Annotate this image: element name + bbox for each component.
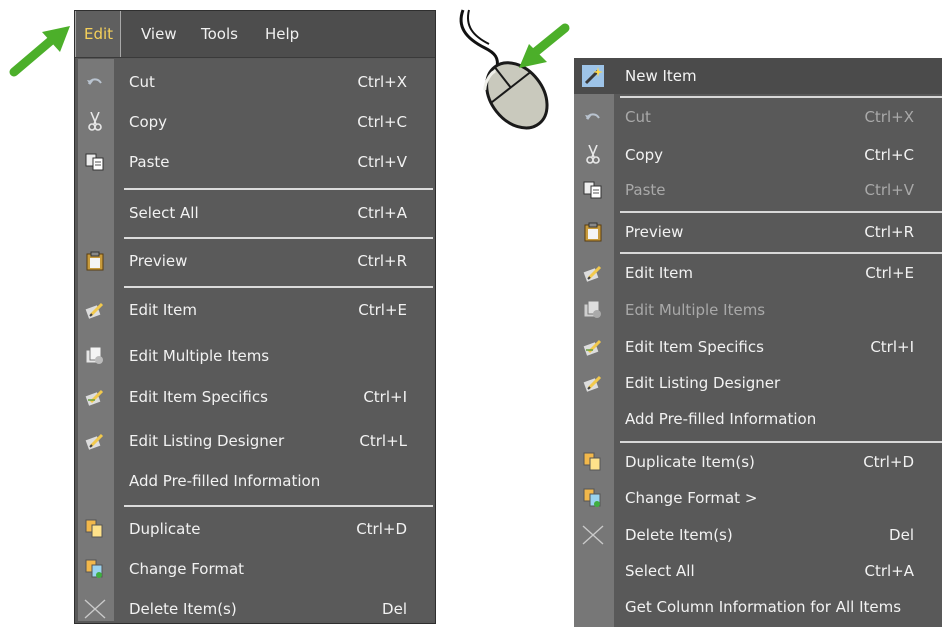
separator <box>620 211 942 213</box>
edit-pencil-icon <box>582 373 604 393</box>
scissors-icon <box>582 145 604 165</box>
menu-item-select-all[interactable]: Select All Ctrl+A <box>78 193 433 233</box>
pointer-arrow-icon <box>9 26 70 77</box>
menu-item-copy[interactable]: Copy Ctrl+C <box>574 137 942 173</box>
delete-x-icon <box>84 599 106 619</box>
edit-specifics-icon <box>84 387 106 407</box>
separator <box>620 252 942 254</box>
menu-item-new-item[interactable]: New Item <box>574 58 942 94</box>
menu-item-paste[interactable]: Paste Ctrl+V <box>574 172 942 208</box>
separator <box>124 505 433 507</box>
separator <box>124 188 433 190</box>
menu-item-paste[interactable]: Paste Ctrl+V <box>78 142 433 182</box>
menu-item-edit-item-specifics[interactable]: Edit Item Specifics Ctrl+I <box>574 329 942 365</box>
menu-item-copy[interactable]: Copy Ctrl+C <box>78 102 433 142</box>
menu-item-cut[interactable]: Cut Ctrl+X <box>78 62 433 102</box>
menu-item-add-pre-filled-information[interactable]: Add Pre-filled Information <box>78 461 433 501</box>
copy-pages-icon <box>84 152 106 172</box>
duplicate-icon <box>582 452 604 472</box>
separator <box>124 286 433 288</box>
menu-item-edit-item[interactable]: Edit Item Ctrl+E <box>574 255 942 291</box>
menu-item-preview[interactable]: Preview Ctrl+R <box>78 241 433 281</box>
separator <box>620 96 942 98</box>
delete-x-icon <box>582 525 604 545</box>
change-format-icon <box>582 488 604 508</box>
edit-specifics-icon <box>582 337 604 357</box>
menubar: Edit View Tools Help <box>75 11 435 58</box>
menu-item-select-all[interactable]: Select All Ctrl+A <box>574 553 942 589</box>
menu-item-duplicate[interactable]: Duplicate Ctrl+D <box>78 509 433 549</box>
right-context-menu: New Item Cut Ctrl+X Copy Ctrl+C Paste Ct… <box>574 58 942 627</box>
duplicate-icon <box>84 519 106 539</box>
menu-item-edit-listing-designer[interactable]: Edit Listing Designer Ctrl+L <box>78 421 433 461</box>
menu-item-edit-listing-designer[interactable]: Edit Listing Designer <box>574 365 942 401</box>
pointer-arrow-icon <box>519 23 570 68</box>
menu-edit[interactable]: Edit <box>75 11 121 57</box>
menu-item-preview[interactable]: Preview Ctrl+R <box>574 214 942 250</box>
menu-item-duplicate-items[interactable]: Duplicate Item(s) Ctrl+D <box>574 444 942 480</box>
edit-multiple-icon <box>84 346 106 366</box>
undo-icon <box>84 72 106 92</box>
left-edit-menu-window: Edit View Tools Help Cut Ctrl+X Copy Ctr… <box>74 10 436 624</box>
clipboard-icon <box>582 222 604 242</box>
magic-wand-icon <box>582 65 604 87</box>
menu-item-get-column-information[interactable]: Get Column Information for All Items <box>574 589 942 625</box>
menu-item-add-pre-filled-information[interactable]: Add Pre-filled Information <box>574 401 942 437</box>
menu-help[interactable]: Help <box>265 11 299 57</box>
clipboard-icon <box>84 251 106 271</box>
edit-dropdown: Cut Ctrl+X Copy Ctrl+C Paste Ctrl+V Sele… <box>78 59 433 621</box>
separator <box>620 441 942 443</box>
edit-pencil-icon <box>84 300 106 320</box>
edit-pencil-icon <box>84 431 106 451</box>
menu-item-delete-items[interactable]: Delete Item(s) Del <box>78 589 433 629</box>
menu-item-edit-item-specifics[interactable]: Edit Item Specifics Ctrl+I <box>78 377 433 417</box>
menu-item-edit-multiple-items[interactable]: Edit Multiple Items <box>574 292 942 328</box>
copy-pages-icon <box>582 180 604 200</box>
undo-icon <box>582 107 604 127</box>
menu-item-cut[interactable]: Cut Ctrl+X <box>574 99 942 135</box>
edit-pencil-icon <box>582 263 604 283</box>
menu-view[interactable]: View <box>141 11 177 57</box>
separator <box>124 237 433 239</box>
mouse-icon <box>459 9 570 130</box>
edit-multiple-icon <box>582 300 604 320</box>
menu-tools[interactable]: Tools <box>201 11 238 57</box>
menu-item-edit-item[interactable]: Edit Item Ctrl+E <box>78 290 433 330</box>
scissors-icon <box>84 112 106 132</box>
menu-item-edit-multiple-items[interactable]: Edit Multiple Items <box>78 336 433 376</box>
menu-item-change-format[interactable]: Change Format > <box>574 480 942 516</box>
menu-item-delete-items[interactable]: Delete Item(s) Del <box>574 517 942 553</box>
menu-item-change-format[interactable]: Change Format <box>78 549 433 589</box>
change-format-icon <box>84 559 106 579</box>
